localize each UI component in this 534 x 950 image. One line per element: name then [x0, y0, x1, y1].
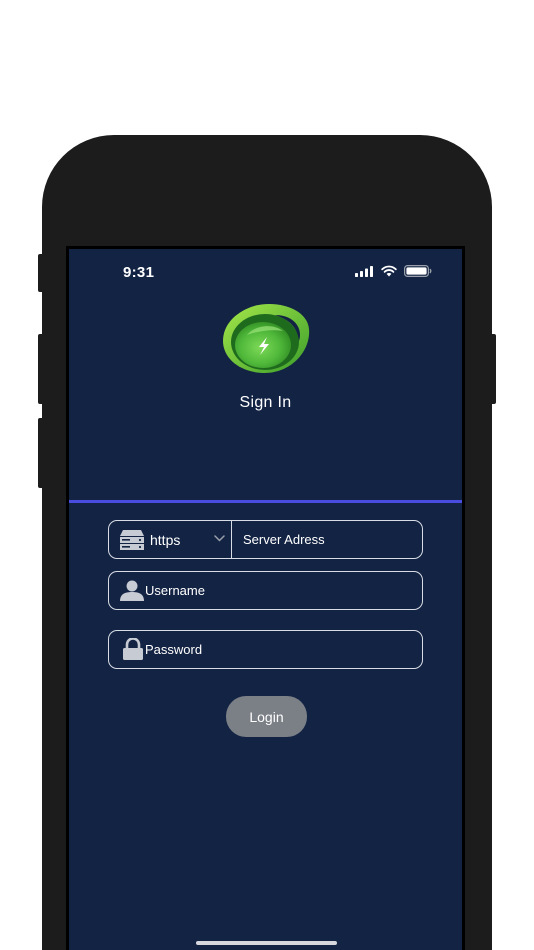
username-placeholder: Username: [145, 583, 205, 598]
password-placeholder: Password: [145, 642, 203, 657]
server-address-placeholder: Server Adress: [243, 532, 325, 547]
signal-icon: [355, 265, 373, 277]
server-field-group: https Server Adress: [108, 520, 423, 559]
app-logo: [223, 303, 310, 373]
password-field[interactable]: Password: [108, 630, 423, 669]
server-address-input[interactable]: Server Adress: [232, 521, 422, 558]
chevron-down-icon: [214, 535, 225, 542]
protocol-select[interactable]: https: [109, 521, 232, 558]
user-icon: [120, 580, 144, 601]
status-icons: [355, 265, 432, 277]
home-indicator: [196, 941, 337, 945]
login-button[interactable]: Login: [226, 696, 307, 737]
protocol-value: https: [150, 531, 181, 548]
server-icon: [120, 529, 144, 550]
username-field[interactable]: Username: [108, 571, 423, 610]
app-screenshot: 9:31 Sign In https Server Adress Usernam…: [0, 0, 534, 950]
phone-screen: 9:31 Sign In https Server Adress Usernam…: [66, 246, 465, 950]
battery-icon: [404, 265, 432, 277]
wifi-icon: [381, 265, 397, 277]
section-divider: [69, 500, 462, 503]
page-title: Sign In: [239, 394, 292, 411]
status-time: 9:31: [123, 264, 155, 281]
sign-in-screen: 9:31 Sign In https Server Adress Usernam…: [69, 249, 462, 950]
lock-icon: [123, 638, 143, 660]
